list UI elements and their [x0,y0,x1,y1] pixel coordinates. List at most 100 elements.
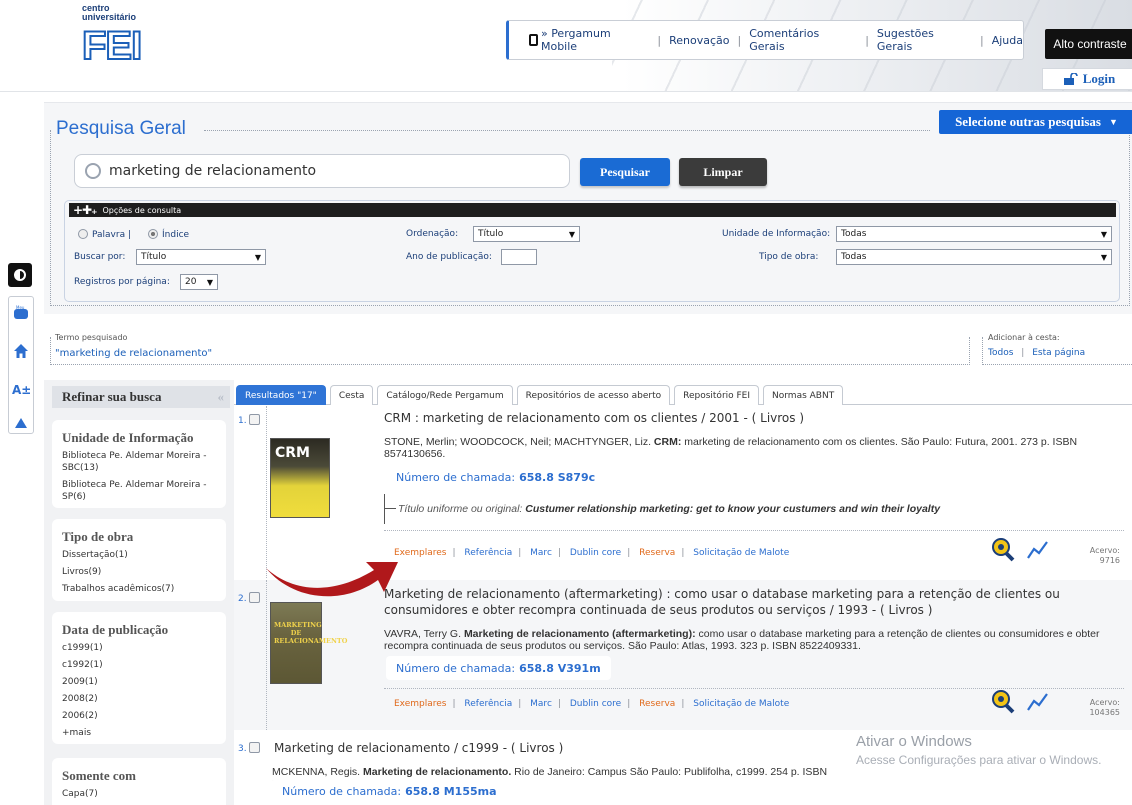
refine-header: Refinar sua busca « [52,386,230,408]
link-malote[interactable]: Solicitação de Malote [693,548,789,558]
cart-separator: | [1021,348,1025,358]
windows-activation-title: Ativar o Windows [856,733,972,750]
book-cover-image[interactable]: MARKETING DE RELACIONAMENTO [270,602,347,684]
nav-comentarios[interactable]: Comentários Gerais [749,27,857,53]
location-search-icon[interactable] [988,688,1016,716]
call-number-value[interactable]: 658.8 V391m [519,662,601,675]
result-checkbox[interactable] [248,592,260,603]
home-icon[interactable] [13,343,29,359]
facet-item[interactable]: c1999(1) [62,642,216,654]
contrast-glyph [14,269,26,281]
result-title-link[interactable]: CRM : marketing de relacionamento com os… [384,410,1114,426]
tipo-label: Tipo de obra: [759,252,819,262]
result-title-link[interactable]: Marketing de relacionamento (aftermarket… [384,586,1130,618]
registros-value: 20 [185,277,197,287]
search-box[interactable] [74,154,570,188]
options-header[interactable]: +✚₊ Opções de consulta [69,203,1116,217]
link-dublin-core[interactable]: Dublin core [570,699,621,709]
scroll-top-icon[interactable] [14,417,28,429]
citation-authors: STONE, Merlin; WOODCOCK, Neil; MACHTYNGE… [384,436,654,448]
collapse-icon[interactable]: « [218,389,225,405]
call-number-value[interactable]: 658.8 M155ma [405,785,496,798]
tipo-select[interactable]: Todas ▼ [836,249,1112,265]
uniform-title-tick [384,508,396,509]
tab-repositorio-fei[interactable]: Repositório FEI [674,385,760,405]
facet-item[interactable]: Capa(7) [62,788,216,800]
tab-resultados[interactable]: Resultados "17" [236,385,326,405]
result-links: Exemplares | Referência | Marc | Dublin cor… [394,548,790,558]
alto-contraste-button[interactable]: Alto contraste [1045,29,1132,59]
unidade-label: Unidade de Informação: [722,229,831,239]
clear-button[interactable]: Limpar [679,158,767,186]
fei-logo[interactable]: centro universitário FEI [81,4,162,79]
link-referencia[interactable]: Referência [464,548,512,558]
facet-item[interactable]: Dissertação(1) [62,549,216,561]
radio-button-selected[interactable] [148,229,158,239]
radio-palavra[interactable]: Palavra | [78,229,131,240]
nav-pergamum-mobile[interactable]: » Pergamum Mobile [541,27,649,53]
font-size-icon[interactable]: A± [12,381,30,397]
nav-ajuda[interactable]: Ajuda [992,34,1023,47]
facet-item[interactable]: 2008(2) [62,693,216,705]
radio-indice[interactable]: Índice [148,229,189,240]
link-referencia[interactable]: Referência [464,699,512,709]
unidade-select[interactable]: Todas ▼ [836,226,1112,242]
tab-repositorios[interactable]: Repositórios de acesso aberto [516,385,671,405]
result-title-link[interactable]: Marketing de relacionamento / c1999 - ( … [274,740,874,756]
search-button[interactable]: Pesquisar [580,158,670,186]
citation-title: Marketing de relacionamento. [363,766,512,778]
tab-cesta[interactable]: Cesta [329,385,374,405]
link-reserva[interactable]: Reserva [639,548,675,558]
call-number-value[interactable]: 658.8 S879c [519,471,595,484]
result-tabs: Resultados "17" Cesta Catálogo/Rede Perg… [236,385,844,405]
tab-catalogo[interactable]: Catálogo/Rede Pergamum [377,385,513,405]
link-marc[interactable]: Marc [530,548,552,558]
cart-all-link[interactable]: Todos [988,348,1013,358]
link-marc[interactable]: Marc [530,699,552,709]
result-citation: VAVRA, Terry G. Marketing de relacioname… [384,628,1130,652]
radio-button[interactable] [78,229,88,239]
link-exemplares[interactable]: Exemplares [394,699,447,709]
contrast-icon[interactable] [8,263,32,287]
statistics-icon[interactable] [1026,691,1050,713]
cart-page-link[interactable]: Esta página [1032,348,1085,358]
nav-renovacao[interactable]: Renovação [669,34,729,47]
search-input[interactable] [109,163,549,179]
search-icon [85,163,101,179]
facet-more-link[interactable]: +mais [62,727,216,739]
location-search-icon[interactable] [988,536,1016,564]
buscar-select[interactable]: Título ▼ [136,249,266,265]
link-reserva[interactable]: Reserva [639,699,675,709]
call-number-label: Número de chamada: [396,470,516,484]
cover-title: CRM [275,445,310,461]
result-number: 1. [238,414,260,426]
registros-select[interactable]: 20 ▼ [180,274,218,290]
statistics-icon[interactable] [1026,539,1050,561]
ordenacao-select[interactable]: Título ▼ [473,226,580,242]
facet-item[interactable]: c1992(1) [62,659,216,671]
facet-item[interactable]: Biblioteca Pe. Aldemar Moreira - SP(6) [62,479,216,503]
facet-item[interactable]: Biblioteca Pe. Aldemar Moreira - SBC(13) [62,450,216,474]
facet-somente: Somente com Capa(7) [52,758,226,805]
result-checkbox[interactable] [248,742,260,753]
facet-item[interactable]: Livros(9) [62,566,216,578]
nav-sugestoes[interactable]: Sugestões Gerais [877,27,972,53]
facet-item[interactable]: 2006(2) [62,710,216,722]
link-dublin-core[interactable]: Dublin core [570,548,621,558]
book-cover-image[interactable]: CRM [270,438,330,518]
page-title: Pesquisa Geral [56,118,186,139]
facet-unidade: Unidade de Informação Biblioteca Pe. Ald… [52,420,226,508]
unidade-value: Todas [841,229,867,239]
link-malote[interactable]: Solicitação de Malote [693,699,789,709]
result-links: Exemplares | Referência | Marc | Dublin cor… [394,699,790,709]
menu-icon[interactable]: Meu [13,305,29,321]
result-checkbox[interactable] [248,414,260,425]
tab-normas[interactable]: Normas ABNT [763,385,844,405]
other-searches-dropdown[interactable]: Selecione outras pesquisas ▼ [939,110,1132,134]
chevron-down-icon: ▼ [1108,117,1118,127]
facet-item[interactable]: 2009(1) [62,676,216,688]
chevron-down-icon: ▼ [568,230,575,239]
login-button[interactable]: Login [1042,68,1132,90]
ano-input[interactable] [501,249,537,265]
facet-item[interactable]: Trabalhos acadêmicos(7) [62,583,216,595]
